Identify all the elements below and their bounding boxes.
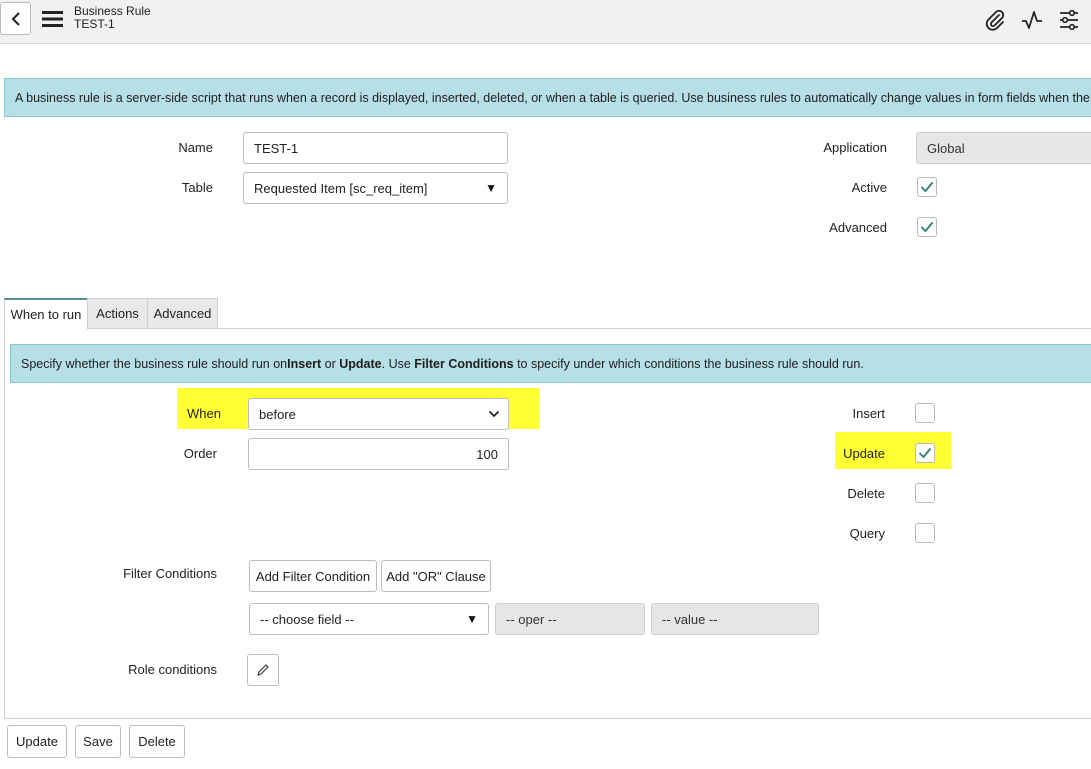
tab-when-to-run[interactable]: When to run (4, 298, 88, 329)
order-label: Order (183, 446, 217, 461)
tab-label: Actions (96, 306, 139, 321)
add-filter-condition-button[interactable]: Add Filter Condition (249, 560, 377, 592)
intro-info-text: A business rule is a server-side script … (15, 90, 1091, 105)
order-input[interactable]: 100 (248, 438, 509, 470)
record-name-title: TEST-1 (74, 17, 115, 31)
tab-label: Advanced (153, 306, 212, 321)
name-value: TEST-1 (254, 140, 299, 156)
info-text: Specify whether the business rule should… (21, 356, 288, 371)
settings-sliders-icon[interactable] (1056, 7, 1082, 33)
add-or-clause-button[interactable]: Add "OR" Clause (381, 560, 491, 592)
back-button[interactable] (0, 2, 31, 35)
insert-label: Insert (852, 406, 885, 421)
role-conditions-label: Role conditions (128, 662, 217, 677)
name-input[interactable]: TEST-1 (243, 132, 508, 164)
name-label: Name (178, 140, 213, 155)
caret-down-icon: ▼ (485, 181, 497, 195)
intro-info-message: A business rule is a server-side script … (4, 78, 1091, 117)
operator-value: -- oper -- (506, 611, 557, 627)
update-checkbox[interactable] (915, 443, 935, 463)
pencil-icon (257, 664, 269, 676)
record-type-title: Business Rule (74, 4, 151, 18)
info-update-keyword: Update (339, 356, 382, 371)
when-select[interactable]: before (248, 398, 509, 430)
value-input: -- value -- (651, 603, 819, 635)
checkmark-icon (920, 221, 934, 233)
table-value: Requested Item [sc_req_item] (254, 180, 428, 196)
info-text: to specify under which conditions the bu… (513, 356, 864, 371)
info-text: or (321, 356, 340, 371)
choose-field-select[interactable]: -- choose field -- ▼ (249, 603, 489, 635)
tab-label: When to run (10, 306, 82, 322)
update-label: Update (843, 446, 885, 461)
hamburger-menu-icon[interactable] (42, 10, 64, 28)
active-label: Active (851, 180, 887, 195)
when-value: before (259, 406, 296, 422)
info-text: . Use (381, 356, 415, 371)
delete-checkbox[interactable] (915, 483, 935, 503)
form-header: Business Rule TEST-1 (0, 0, 1091, 44)
delete-label: Delete (847, 486, 885, 501)
tab-actions[interactable]: Actions (87, 298, 148, 329)
advanced-label: Advanced (829, 220, 887, 235)
operator-select: -- oper -- (495, 603, 645, 635)
advanced-checkbox[interactable] (917, 217, 937, 237)
query-checkbox[interactable] (915, 523, 935, 543)
filter-conditions-label: Filter Conditions (123, 566, 217, 581)
application-label: Application (823, 140, 887, 155)
choose-field-value: -- choose field -- (260, 611, 354, 627)
update-button[interactable]: Update (7, 725, 67, 758)
paperclip-icon[interactable] (982, 7, 1008, 33)
activity-icon[interactable] (1019, 7, 1045, 33)
table-label: Table (181, 180, 213, 195)
info-insert-keyword: Insert (287, 356, 322, 371)
application-field: Global (916, 132, 1091, 164)
checkmark-icon (920, 181, 934, 193)
checkmark-icon (918, 447, 932, 459)
order-value: 100 (476, 446, 498, 462)
when-to-run-info-message: Specify whether the business rule should… (10, 344, 1091, 383)
value-value: -- value -- (662, 611, 718, 627)
edit-role-conditions-button[interactable] (247, 654, 279, 686)
active-checkbox[interactable] (917, 177, 937, 197)
query-label: Query (849, 526, 885, 541)
chevron-down-icon (488, 410, 500, 418)
delete-button[interactable]: Delete (129, 725, 185, 758)
back-icon (11, 11, 20, 26)
table-select[interactable]: Requested Item [sc_req_item] ▼ (243, 172, 508, 204)
when-label: When (187, 406, 221, 421)
insert-checkbox[interactable] (915, 403, 935, 423)
caret-down-icon: ▼ (466, 612, 478, 626)
application-value: Global (927, 140, 965, 156)
info-filter-keyword: Filter Conditions (414, 356, 514, 371)
tab-advanced[interactable]: Advanced (147, 298, 218, 329)
save-button[interactable]: Save (75, 725, 121, 758)
